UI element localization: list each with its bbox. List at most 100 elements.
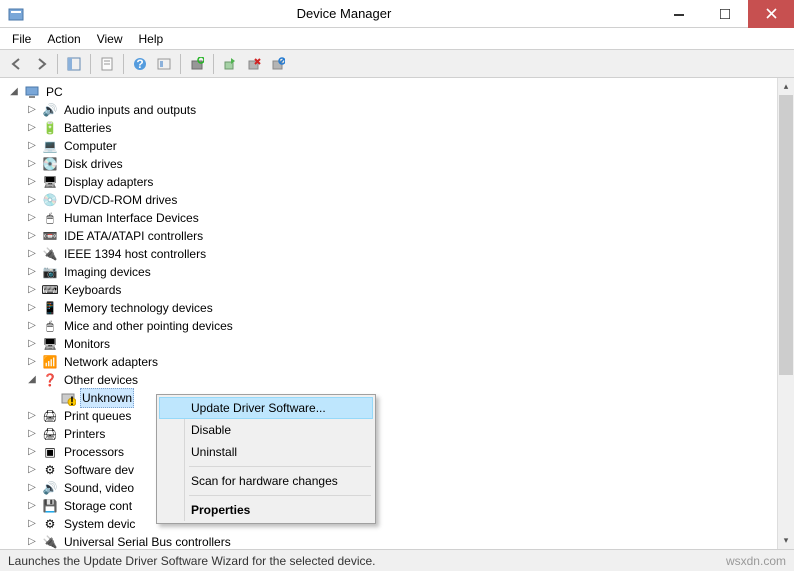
show-hide-tree-button[interactable] (63, 53, 85, 75)
scroll-up-button[interactable]: ▴ (778, 78, 794, 95)
tree-category[interactable]: ▷🔊Sound, video (26, 479, 794, 497)
expand-icon[interactable]: ▷ (26, 122, 38, 134)
category-label: Other devices (62, 371, 140, 389)
toolbar-separator (123, 54, 124, 74)
category-icon: 🖱 (42, 210, 58, 226)
expand-icon[interactable]: ▷ (26, 446, 38, 458)
titlebar: Device Manager (0, 0, 794, 28)
uninstall-button[interactable] (243, 53, 265, 75)
scrollbar-thumb[interactable] (779, 95, 793, 375)
tree-category[interactable]: ▷💾Storage cont (26, 497, 794, 515)
tree-category[interactable]: ▷💻Computer (26, 137, 794, 155)
vertical-scrollbar[interactable]: ▴ ▾ (777, 78, 794, 549)
tree-category[interactable]: ◢❓Other devices (26, 371, 794, 389)
tree-category[interactable]: ▷🔋Batteries (26, 119, 794, 137)
expand-icon[interactable]: ▷ (26, 158, 38, 170)
expand-icon[interactable]: ▷ (26, 302, 38, 314)
expand-icon[interactable]: ▷ (26, 104, 38, 116)
expand-icon[interactable]: ▷ (26, 500, 38, 512)
expand-icon[interactable]: ▷ (26, 410, 38, 422)
category-label: Memory technology devices (62, 299, 215, 317)
tree-category[interactable]: ▷🔌Universal Serial Bus controllers (26, 533, 794, 549)
menu-help[interactable]: Help (131, 30, 172, 48)
properties-button[interactable] (96, 53, 118, 75)
category-icon: 🔋 (42, 120, 58, 136)
tree-category[interactable]: ▷🔌IEEE 1394 host controllers (26, 245, 794, 263)
tree-category[interactable]: ▷💽Disk drives (26, 155, 794, 173)
tree-category[interactable]: ▷🖥Monitors (26, 335, 794, 353)
tree-category[interactable]: ▷🖱Human Interface Devices (26, 209, 794, 227)
back-button[interactable] (6, 53, 28, 75)
tree-category[interactable]: ▷🖥Display adapters (26, 173, 794, 191)
expand-icon[interactable]: ▷ (26, 536, 38, 548)
menu-update-driver[interactable]: Update Driver Software... (159, 397, 373, 419)
category-label: Display adapters (62, 173, 155, 191)
menu-action[interactable]: Action (39, 30, 88, 48)
tree-category[interactable]: ▷⌨Keyboards (26, 281, 794, 299)
menu-file[interactable]: File (4, 30, 39, 48)
tree-category[interactable]: ▷📶Network adapters (26, 353, 794, 371)
menu-scan-hardware[interactable]: Scan for hardware changes (159, 470, 373, 492)
expand-icon[interactable]: ▷ (26, 266, 38, 278)
menubar: File Action View Help (0, 28, 794, 50)
menu-item-label: Scan for hardware changes (191, 474, 338, 488)
update-driver-button[interactable] (219, 53, 241, 75)
help-button[interactable]: ? (129, 53, 151, 75)
expand-icon[interactable]: ▷ (26, 140, 38, 152)
collapse-icon[interactable]: ◢ (8, 86, 20, 98)
forward-button[interactable] (30, 53, 52, 75)
action-button[interactable] (153, 53, 175, 75)
menu-properties[interactable]: Properties (159, 499, 373, 521)
menu-uninstall[interactable]: Uninstall (159, 441, 373, 463)
category-label: IDE ATA/ATAPI controllers (62, 227, 205, 245)
category-icon: 📱 (42, 300, 58, 316)
tree-category[interactable]: ▷⚙Software dev (26, 461, 794, 479)
tree-root[interactable]: ◢ PC (8, 83, 794, 101)
disable-button[interactable] (267, 53, 289, 75)
expand-icon[interactable]: ▷ (26, 464, 38, 476)
tree-category[interactable]: ▷🖨Print queues (26, 407, 794, 425)
expand-icon[interactable]: ▷ (26, 230, 38, 242)
category-label: Audio inputs and outputs (62, 101, 198, 119)
minimize-button[interactable] (656, 0, 702, 28)
expand-icon[interactable]: ▷ (26, 320, 38, 332)
tree-category[interactable]: ▷📷Imaging devices (26, 263, 794, 281)
tree-category[interactable]: ▷ 🔊Audio inputs and outputs (26, 101, 794, 119)
tree-category[interactable]: ▷ 📱Memory technology devices (26, 299, 794, 317)
expand-icon[interactable]: ▷ (26, 284, 38, 296)
scroll-down-button[interactable]: ▾ (778, 532, 794, 549)
category-label: Monitors (62, 335, 112, 353)
device-tree[interactable]: ◢ PC ▷🔊Audio inputs and outputs▷🔋Batteri… (0, 79, 794, 549)
tree-category[interactable]: ▷🖨Printers (26, 425, 794, 443)
tree-category[interactable]: ▷💿DVD/CD-ROM drives (26, 191, 794, 209)
status-text: Launches the Update Driver Software Wiza… (8, 554, 376, 568)
expand-icon[interactable]: ▷ (26, 428, 38, 440)
menu-disable[interactable]: Disable (159, 419, 373, 441)
status-bar: Launches the Update Driver Software Wiza… (0, 549, 794, 571)
expand-icon[interactable]: ▷ (26, 212, 38, 224)
expand-icon[interactable]: ▷ (26, 248, 38, 260)
device-label: Unknown (80, 388, 134, 408)
menu-separator (189, 466, 371, 467)
tree-category[interactable]: ▷⚙System devic (26, 515, 794, 533)
tree-category[interactable]: ▷🖱Mice and other pointing devices (26, 317, 794, 335)
expand-icon[interactable]: ▷ (26, 482, 38, 494)
category-label: Processors (62, 443, 126, 461)
close-button[interactable] (748, 0, 794, 28)
expand-icon[interactable]: ▷ (26, 518, 38, 530)
expand-icon[interactable]: ▷ (26, 194, 38, 206)
tree-category[interactable]: ▷📼IDE ATA/ATAPI controllers (26, 227, 794, 245)
menu-item-label: Uninstall (191, 445, 237, 459)
menu-view[interactable]: View (89, 30, 131, 48)
toolbar-separator (57, 54, 58, 74)
scan-hardware-button[interactable] (186, 53, 208, 75)
collapse-icon[interactable]: ◢ (26, 374, 38, 386)
expand-icon[interactable]: ▷ (26, 338, 38, 350)
maximize-button[interactable] (702, 0, 748, 28)
tree-category[interactable]: ▷▣Processors (26, 443, 794, 461)
expand-icon[interactable]: ▷ (26, 356, 38, 368)
root-label: PC (44, 83, 65, 101)
category-icon: 🔊 (42, 102, 58, 118)
expand-icon[interactable]: ▷ (26, 176, 38, 188)
category-icon: 🔊 (42, 480, 58, 496)
